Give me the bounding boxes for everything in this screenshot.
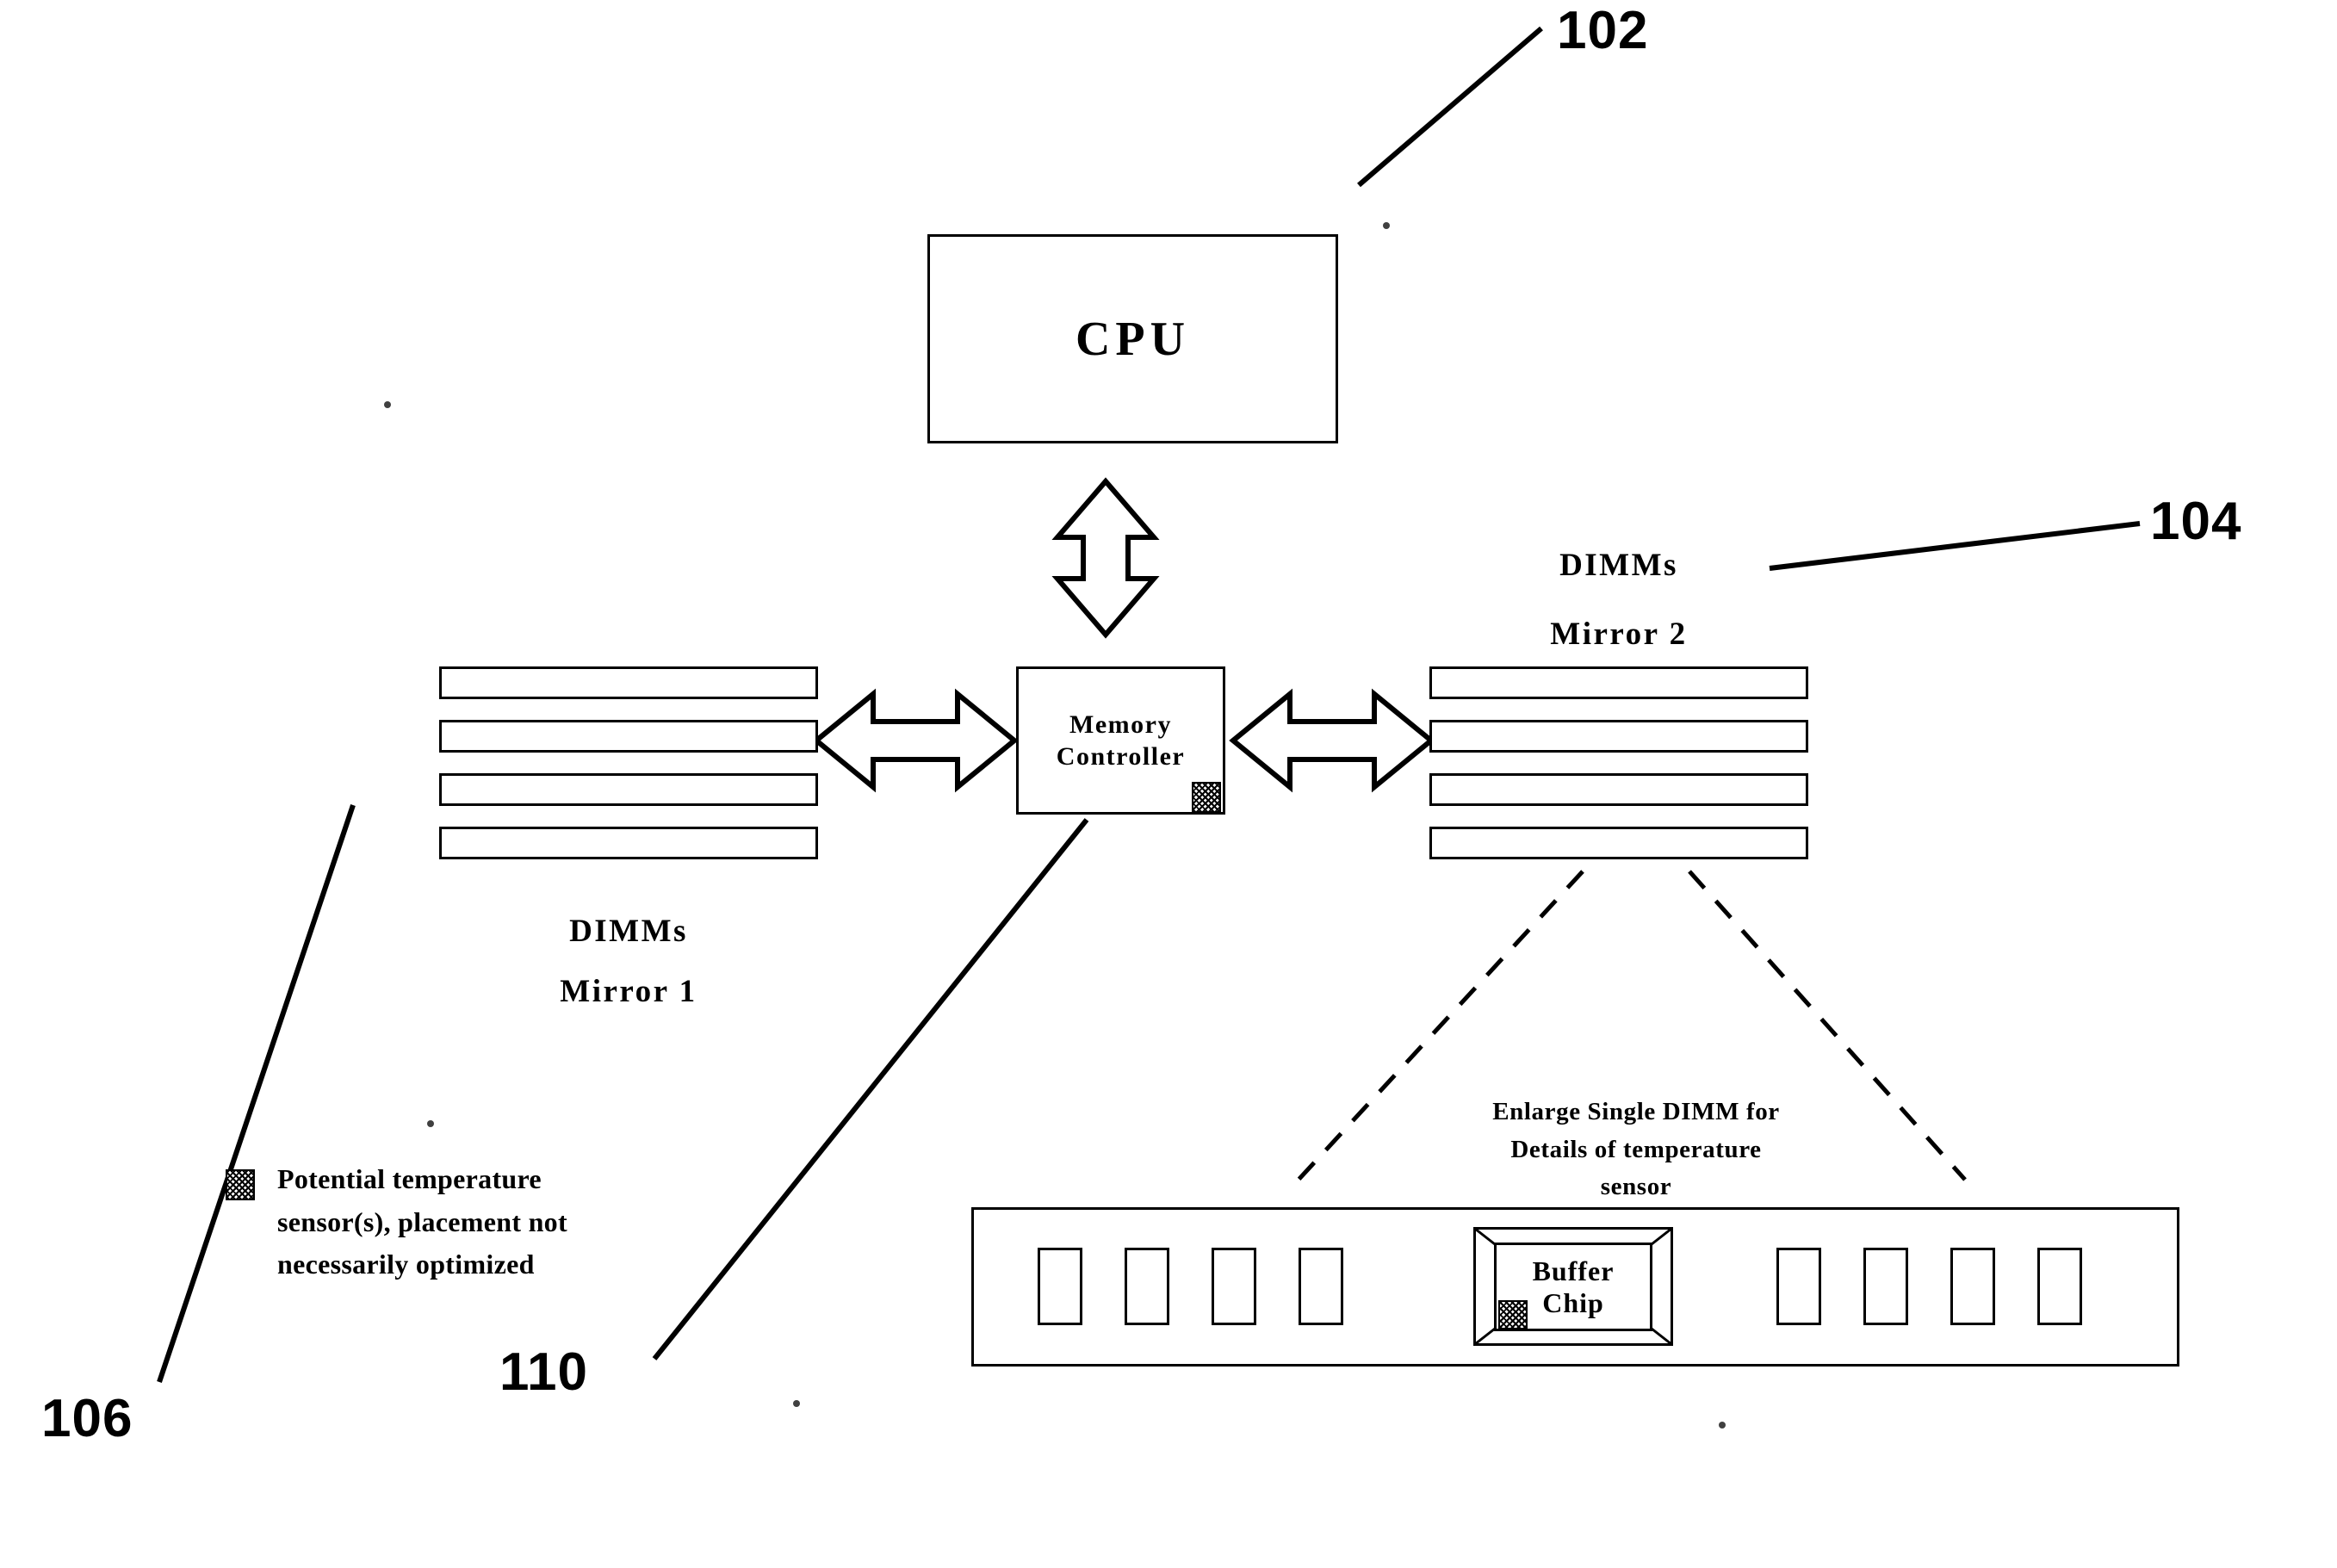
dram-chip bbox=[1038, 1248, 1082, 1325]
dimm-bar bbox=[439, 666, 818, 699]
reference-numeral-104: 104 bbox=[2150, 492, 2242, 551]
memory-controller-label-line2: Controller bbox=[1056, 742, 1186, 771]
dram-chip bbox=[1212, 1248, 1256, 1325]
cpu-box: CPU bbox=[927, 234, 1338, 443]
dram-chip bbox=[1863, 1248, 1908, 1325]
arrow-cpu-memory-controller bbox=[1051, 477, 1160, 639]
temperature-sensor-swatch-buffer-chip bbox=[1498, 1300, 1528, 1329]
scan-artifact-dot bbox=[1383, 222, 1390, 229]
dimm-bar bbox=[439, 720, 818, 753]
dimm-mirror-2-title-line1: DIMMs bbox=[1559, 548, 1678, 583]
hatched-sensor-swatch-legend bbox=[226, 1169, 255, 1200]
legend-text-block: Potential temperature sensor(s), placeme… bbox=[277, 1158, 725, 1286]
dimm-mirror-1-title-line2: Mirror 1 bbox=[560, 974, 697, 1009]
scan-artifact-dot bbox=[1719, 1422, 1726, 1429]
buffer-chip-label-line2: Chip bbox=[1542, 1286, 1604, 1318]
leader-line-102 bbox=[1357, 26, 1543, 188]
reference-numeral-110: 110 bbox=[499, 1342, 589, 1402]
enlarge-note-line3: sensor bbox=[1600, 1173, 1672, 1200]
arrow-memory-controller-mirror2 bbox=[1229, 688, 1435, 793]
temperature-sensor-swatch-memory-controller bbox=[1192, 782, 1221, 813]
legend-line2: sensor(s), placement not bbox=[277, 1205, 567, 1237]
dram-chip bbox=[1125, 1248, 1169, 1325]
dimm-bar bbox=[1429, 666, 1808, 699]
dram-chip bbox=[2037, 1248, 2082, 1325]
enlarge-callout-note: Enlarge Single DIMM for Details of tempe… bbox=[1412, 1094, 1860, 1206]
scan-artifact-dot bbox=[384, 401, 391, 408]
cpu-label: CPU bbox=[1075, 312, 1191, 366]
dram-chip bbox=[1299, 1248, 1343, 1325]
legend-line3: necessarily optimized bbox=[277, 1249, 535, 1280]
reference-numeral-106: 106 bbox=[41, 1389, 133, 1448]
dimm-bar bbox=[439, 827, 818, 859]
dimm-bar bbox=[439, 773, 818, 806]
scan-artifact-dot bbox=[427, 1120, 434, 1127]
dimm-bar bbox=[1429, 827, 1808, 859]
dimm-mirror-1-title-line1: DIMMs bbox=[569, 914, 688, 949]
buffer-chip-label-line1: Buffer bbox=[1532, 1255, 1615, 1286]
arrow-mirror1-memory-controller bbox=[812, 688, 1019, 793]
scan-artifact-dot bbox=[793, 1400, 800, 1407]
reference-numeral-102: 102 bbox=[1557, 1, 1649, 60]
enlarge-note-line2: Details of temperature bbox=[1510, 1135, 1762, 1163]
leader-line-106 bbox=[157, 804, 356, 1383]
dimm-mirror-2-title-line2: Mirror 2 bbox=[1550, 617, 1688, 652]
dram-chip bbox=[1776, 1248, 1821, 1325]
dram-chip bbox=[1950, 1248, 1995, 1325]
dimm-bar bbox=[1429, 720, 1808, 753]
enlarge-note-line1: Enlarge Single DIMM for bbox=[1492, 1098, 1780, 1125]
legend-line1: Potential temperature bbox=[277, 1163, 542, 1194]
figure-canvas: 102 104 106 110 CPU Memory Controller DI… bbox=[0, 0, 2337, 1568]
dimm-stack-mirror-2 bbox=[1429, 666, 1808, 859]
dimm-bar bbox=[1429, 773, 1808, 806]
dimm-stack-mirror-1 bbox=[439, 666, 818, 859]
memory-controller-label-line1: Memory bbox=[1069, 710, 1172, 739]
leader-line-104 bbox=[1769, 521, 2141, 571]
